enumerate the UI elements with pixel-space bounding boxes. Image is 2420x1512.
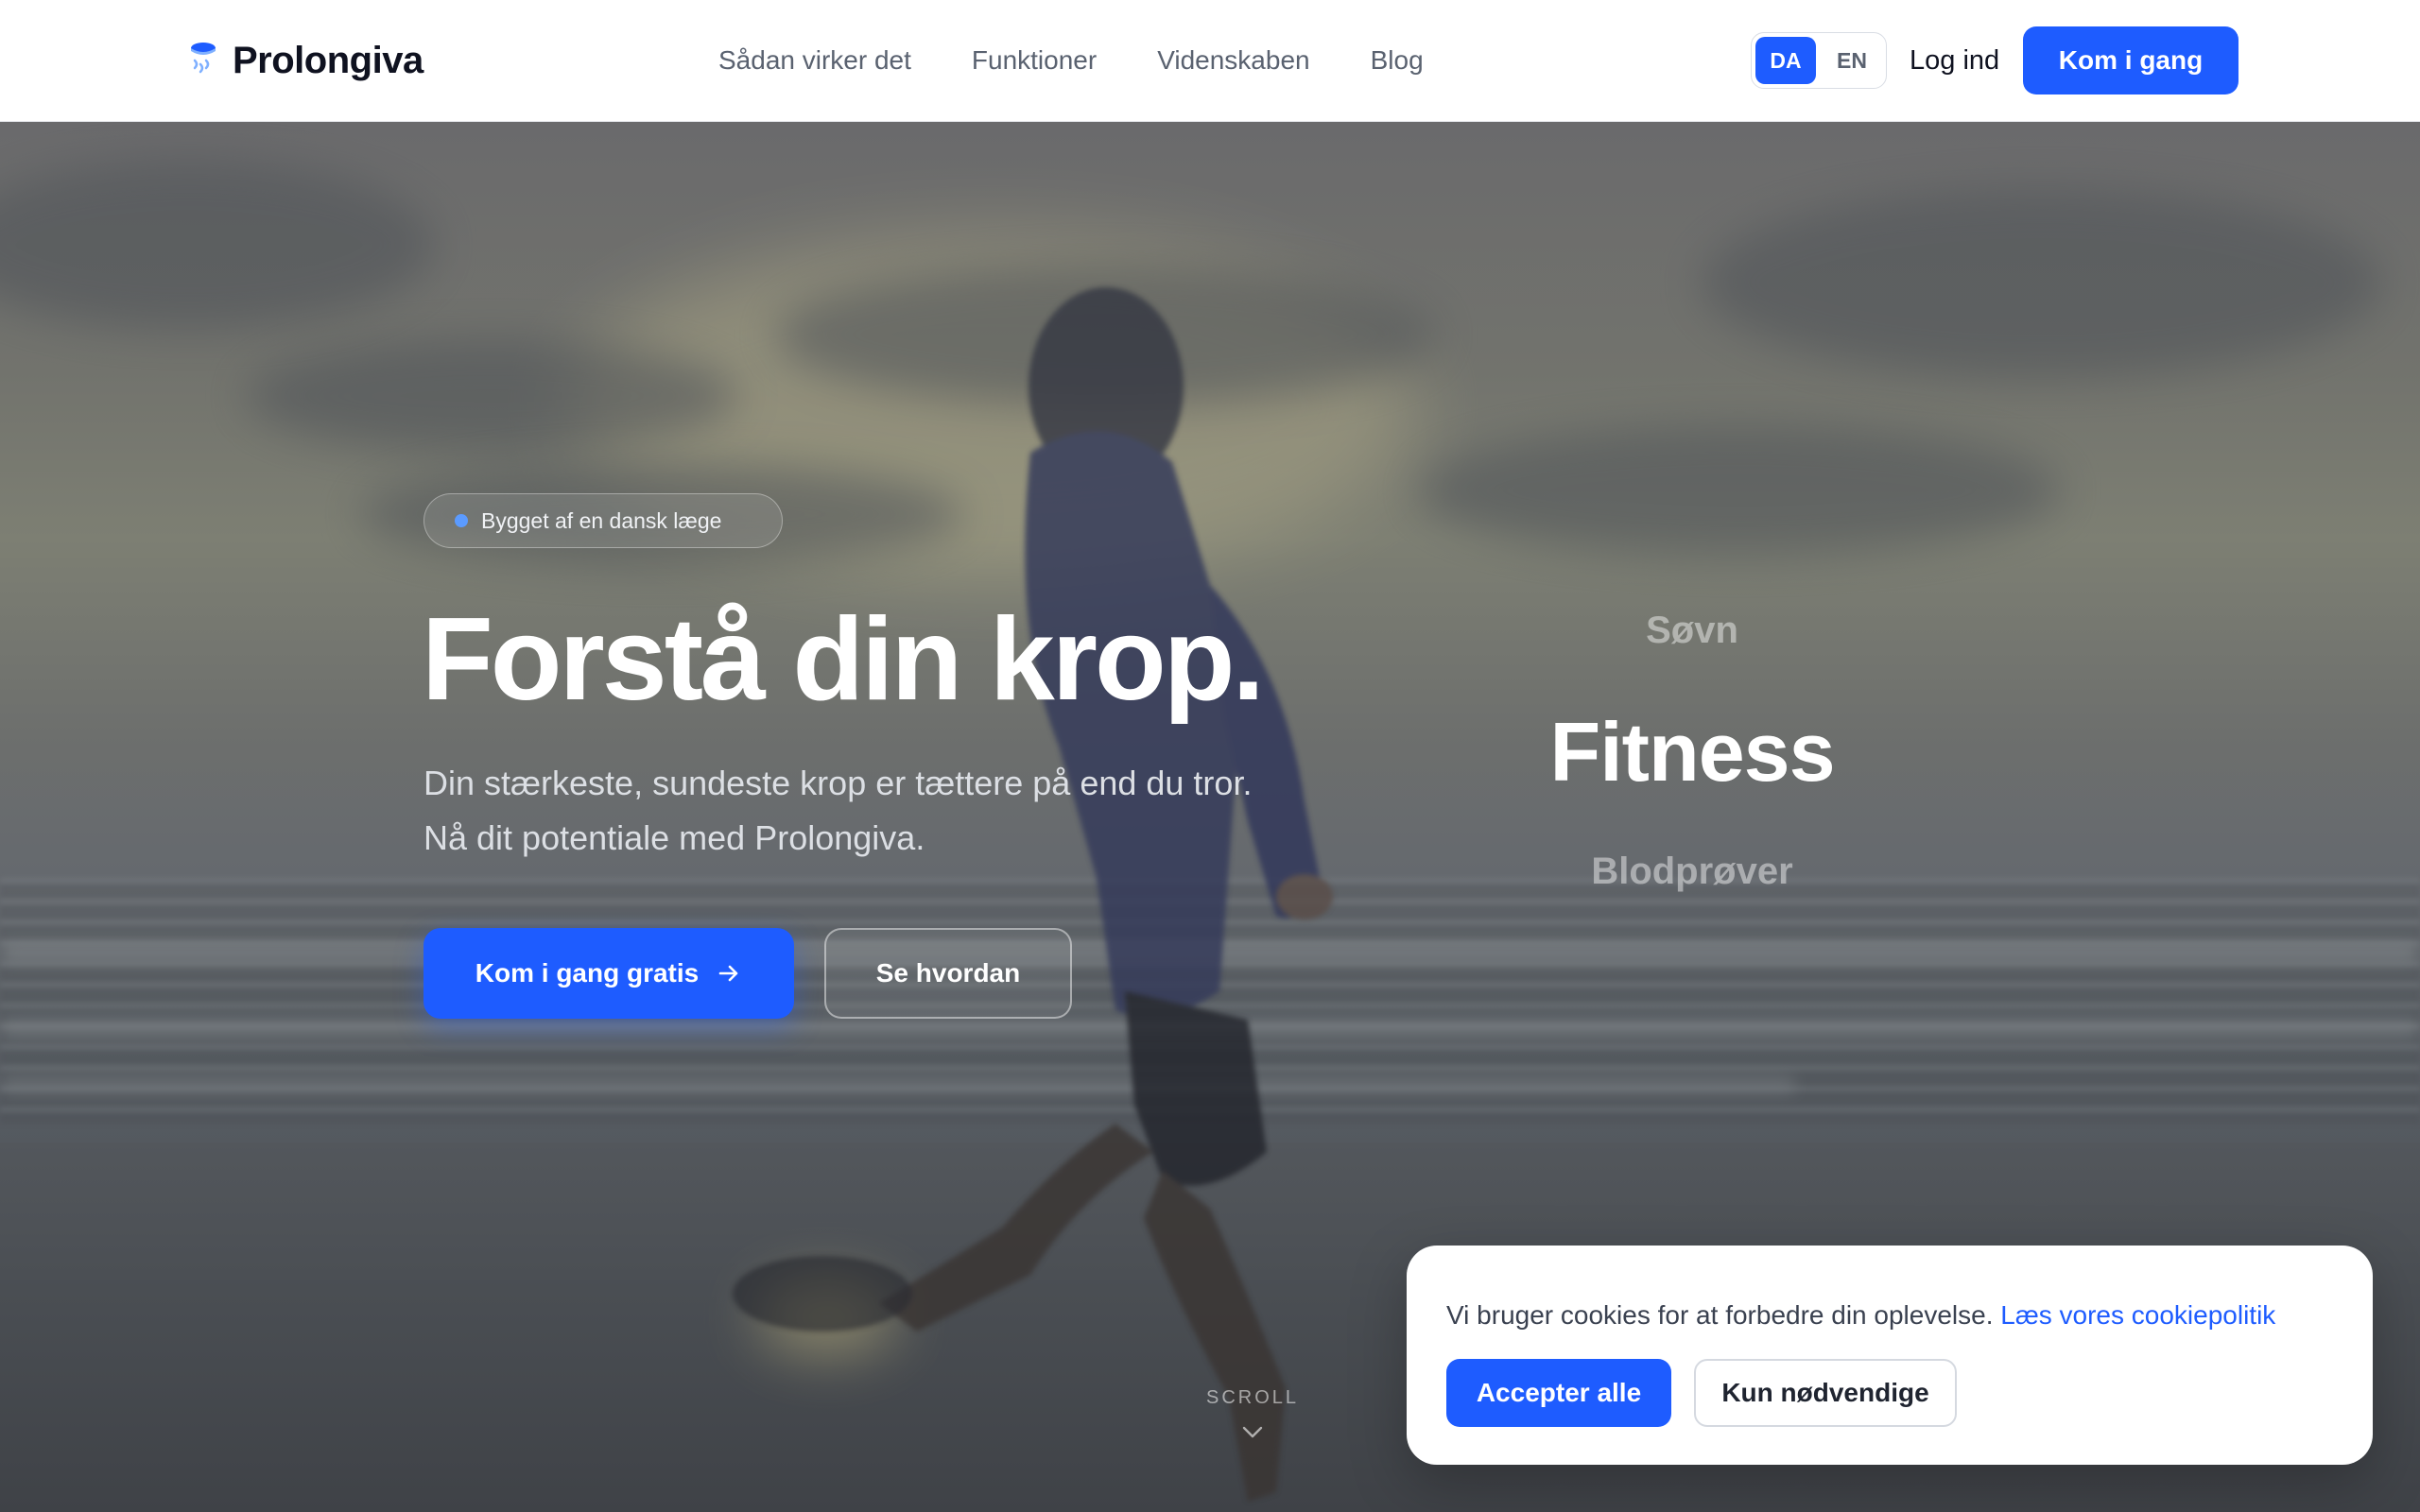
rotating-word-previous: Søvn — [1646, 610, 1738, 651]
rotating-word-current: Fitness — [1549, 705, 1835, 799]
nav-item-how-it-works[interactable]: Sådan virker det — [718, 45, 911, 76]
site-header: Prolongiva Sådan virker det Funktioner V… — [0, 0, 2420, 122]
scroll-indicator-label[interactable]: SCROLL — [1206, 1387, 1297, 1409]
main-nav: Sådan virker det Funktioner Videnskaben … — [718, 38, 1424, 83]
cookie-banner: Vi bruger cookies for at forbedre din op… — [1407, 1246, 2373, 1465]
rotating-word-next: Blodprøver — [1591, 850, 1793, 892]
nav-item-blog[interactable]: Blog — [1371, 45, 1424, 76]
start-free-button[interactable]: Kom i gang gratis — [424, 928, 794, 1019]
brand-name: Prolongiva — [233, 39, 424, 81]
hero-headline: Forstå din krop. — [422, 594, 1265, 725]
language-switcher: DA EN — [1751, 32, 1887, 89]
necessary-only-cookies-button[interactable]: Kun nødvendige — [1694, 1359, 1957, 1427]
hero-subtitle: Din stærkeste, sundeste krop er tættere … — [424, 764, 1253, 857]
start-free-label: Kom i gang gratis — [475, 958, 700, 988]
accept-all-cookies-button[interactable]: Accepter alle — [1446, 1359, 1671, 1427]
arrow-right-icon — [718, 965, 738, 982]
language-option-da[interactable]: DA — [1755, 37, 1816, 84]
see-how-button[interactable]: Se hvordan — [824, 928, 1072, 1019]
cookie-message: Vi bruger cookies for at forbedre din op… — [1446, 1300, 2275, 1331]
doctor-badge: Bygget af en dansk læge — [424, 493, 783, 548]
badge-label: Bygget af en dansk læge — [481, 507, 722, 533]
status-dot-icon — [455, 514, 468, 527]
login-link[interactable]: Log ind — [1910, 38, 1999, 83]
language-option-en[interactable]: EN — [1822, 37, 1882, 84]
brand-logo[interactable]: Prolongiva — [187, 36, 424, 85]
cookie-message-text: Vi bruger cookies for at forbedre din op… — [1446, 1300, 1994, 1330]
cookie-policy-link[interactable]: Læs vores cookiepolitik — [2000, 1300, 2275, 1330]
chevron-down-icon[interactable] — [1240, 1422, 1265, 1441]
droplet-logo-icon — [191, 43, 216, 74]
get-started-button[interactable]: Kom i gang — [2023, 26, 2238, 94]
nav-item-features[interactable]: Funktioner — [972, 45, 1097, 76]
nav-item-science[interactable]: Videnskaben — [1157, 45, 1309, 76]
